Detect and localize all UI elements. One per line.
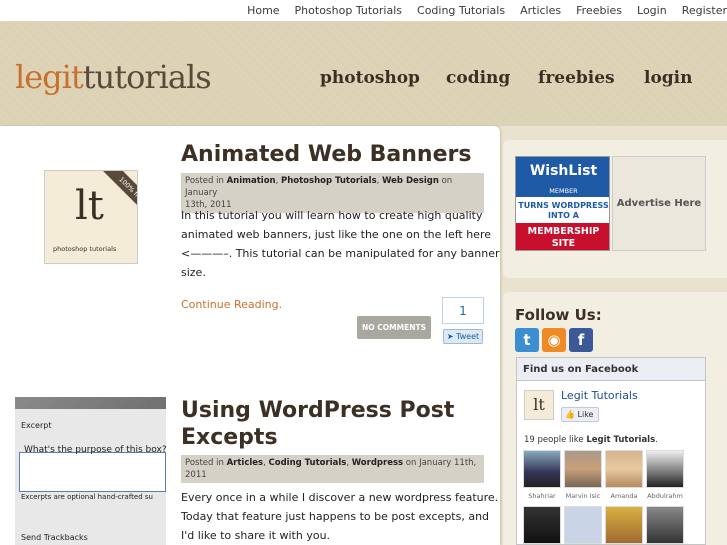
facebook-page-avatar[interactable]: lt	[524, 390, 554, 420]
top-nav-home[interactable]: Home	[247, 0, 279, 22]
fan-avatar[interactable]	[605, 506, 643, 544]
thumbnail-screenshot: Excerpt What's the purpose of this box? …	[15, 409, 166, 545]
excerpt-line: Every once in a while I discover a new w…	[181, 491, 499, 504]
count-suffix: .	[655, 435, 658, 445]
top-nav-coding-tutorials[interactable]: Coding Tutorials	[417, 0, 505, 22]
top-nav-articles[interactable]: Articles	[520, 0, 561, 22]
facebook-box-header: Find us on Facebook	[517, 358, 705, 381]
thumb-question: What's the purpose of this box?	[24, 445, 166, 455]
excerpt-line: In this tutorial you will learn how to c…	[181, 209, 483, 222]
meta-on: on January 11th,	[405, 458, 477, 468]
rss-icon[interactable]: ◉	[542, 328, 566, 352]
top-nav-login[interactable]: Login	[637, 0, 667, 22]
meta-prefix: Posted in	[185, 176, 224, 186]
post-title-line: Excepts	[181, 425, 278, 450]
post-title[interactable]: Using WordPress Post Excepts	[181, 397, 454, 451]
thumbnail-lt-mark: lt	[75, 183, 104, 229]
thumbs-up-icon: 👍	[565, 410, 575, 419]
advertise-here-slot[interactable]: Advertise Here	[612, 156, 706, 251]
tweet-count: 1	[442, 297, 484, 324]
fan-avatar[interactable]	[646, 450, 684, 488]
wishlist-title: WishList	[516, 157, 609, 185]
top-bar: Home Photoshop Tutorials Coding Tutorial…	[0, 0, 727, 22]
wishlist-membership: MEMBERSHIP SITE	[516, 223, 609, 250]
fan-avatar[interactable]	[646, 506, 684, 544]
fan-name[interactable]: Abdulrahm	[643, 492, 687, 500]
wishlist-tagline: TURNS WORDPRESS INTO A	[518, 201, 609, 220]
fan-avatar[interactable]	[523, 506, 561, 544]
main-nav-photoshop[interactable]: photoshop	[320, 68, 420, 88]
excerpt-line: Today that feature just happens to be po…	[181, 510, 490, 523]
top-nav-register[interactable]: Register	[682, 0, 727, 22]
fan-name[interactable]: Amanda	[602, 492, 646, 500]
count-page-name: Legit Tutorials	[586, 435, 656, 445]
like-label: Like	[577, 410, 594, 419]
meta-category-animation[interactable]: Animation	[227, 176, 276, 186]
wishlist-member: MEMBER	[516, 185, 609, 197]
meta-category-articles[interactable]: Articles	[227, 458, 264, 468]
wishlist-member-ad[interactable]: WishList MEMBER TURNS WORDPRESS INTO A M…	[515, 156, 610, 251]
count-prefix: 19 people like	[524, 435, 584, 445]
post-excerpt: Every once in a while I discover a new w…	[181, 488, 498, 545]
thumb-textbox	[19, 452, 166, 492]
meta-date: 2011	[185, 470, 207, 480]
top-nav-photoshop-tutorials[interactable]: Photoshop Tutorials	[295, 0, 402, 22]
no-comments-button[interactable]: NO COMMENTS	[357, 316, 431, 339]
excerpt-line: I'd like to share it with you.	[181, 529, 331, 542]
fan-avatar[interactable]	[605, 450, 643, 488]
main-nav-login[interactable]: login	[644, 68, 693, 88]
excerpt-line: <———–. This tutorial can be manipulated …	[181, 247, 500, 260]
thumb-note: Excerpts are optional hand-crafted su	[21, 493, 153, 501]
post-meta: Posted in Articles, Coding Tutorials, Wo…	[181, 455, 484, 483]
facebook-icon[interactable]: f	[569, 328, 593, 352]
fan-avatar[interactable]	[523, 450, 561, 488]
post-thumbnail-photoshop-tutorials[interactable]: lt photoshop tutorials 100% free	[44, 170, 138, 264]
fan-name[interactable]: Shahriar	[520, 492, 564, 500]
fan-name[interactable]: Marvin Isic	[561, 492, 605, 500]
thumb-excerpt-label: Excerpt	[21, 421, 52, 430]
post-title-line: Using WordPress Post	[181, 398, 455, 423]
twitter-icon[interactable]: t	[515, 328, 539, 352]
facebook-like-button[interactable]: 👍 Like	[561, 407, 599, 422]
fan-avatar[interactable]	[564, 450, 602, 488]
meta-category-web-design[interactable]: Web Design	[382, 176, 439, 186]
excerpt-line: size.	[181, 266, 206, 279]
top-nav-freebies[interactable]: Freebies	[576, 0, 622, 22]
post-thumbnail-wordpress-excerpt[interactable]: Excerpt What's the purpose of this box? …	[15, 397, 166, 545]
facebook-like-count: 19 people like Legit Tutorials.	[524, 435, 658, 445]
top-nav: Home Photoshop Tutorials Coding Tutorial…	[232, 0, 727, 22]
tweet-label: Tweet	[456, 332, 480, 341]
post-title[interactable]: Animated Web Banners	[181, 141, 471, 168]
facebook-page-name[interactable]: Legit Tutorials	[561, 389, 638, 402]
thumbnail-ribbon: 100% free	[102, 171, 137, 220]
twitter-bird-icon: ➤	[446, 332, 454, 341]
tweet-button[interactable]: ➤ Tweet	[443, 329, 483, 344]
meta-category-photoshop-tutorials[interactable]: Photoshop Tutorials	[281, 176, 377, 186]
meta-category-wordpress[interactable]: Wordpress	[352, 458, 403, 468]
thumb-trackbacks: Send Trackbacks	[21, 533, 88, 542]
continue-reading-link[interactable]: Continue Reading.	[181, 298, 282, 311]
thumbnail-caption: photoshop tutorials	[53, 245, 117, 253]
main-nav: photoshop coding freebies login	[0, 68, 727, 92]
fan-avatar[interactable]	[564, 506, 602, 544]
main-nav-coding[interactable]: coding	[446, 68, 510, 88]
facebook-like-box: Find us on Facebook lt Legit Tutorials 👍…	[516, 357, 706, 545]
meta-category-coding-tutorials[interactable]: Coding Tutorials	[269, 458, 347, 468]
main-nav-freebies[interactable]: freebies	[538, 68, 615, 88]
follow-title: Follow Us:	[515, 306, 602, 324]
meta-prefix: Posted in	[185, 458, 224, 468]
site-header: legittutorials photoshop coding freebies…	[0, 22, 727, 126]
post-excerpt: In this tutorial you will learn how to c…	[181, 206, 499, 282]
excerpt-line: animated web banners, just like the one …	[181, 228, 491, 241]
